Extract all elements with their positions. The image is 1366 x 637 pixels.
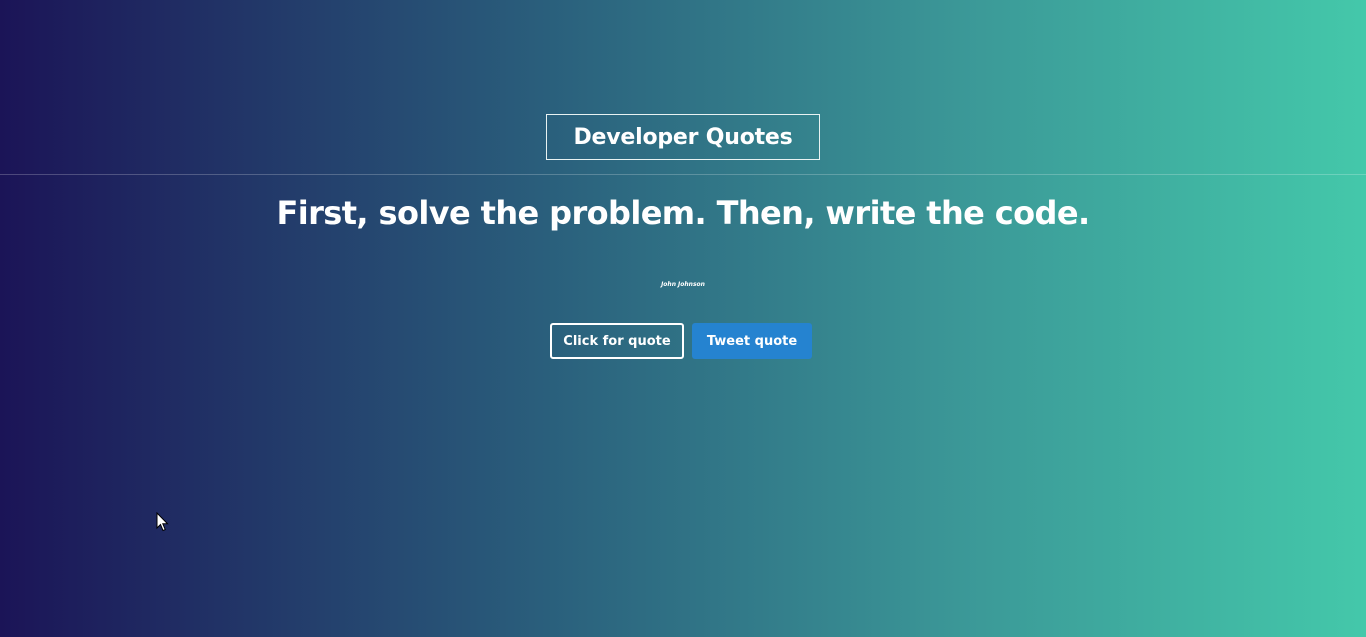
click-for-quote-button[interactable]: Click for quote [550, 323, 684, 359]
mouse-pointer-icon [156, 511, 170, 532]
header-divider [0, 174, 1366, 175]
page-title: Developer Quotes [546, 114, 820, 160]
quote-text: First, solve the problem. Then, write th… [276, 194, 1090, 232]
quote-author: John Johnson [661, 281, 705, 288]
tweet-quote-button[interactable]: Tweet quote [692, 323, 812, 359]
